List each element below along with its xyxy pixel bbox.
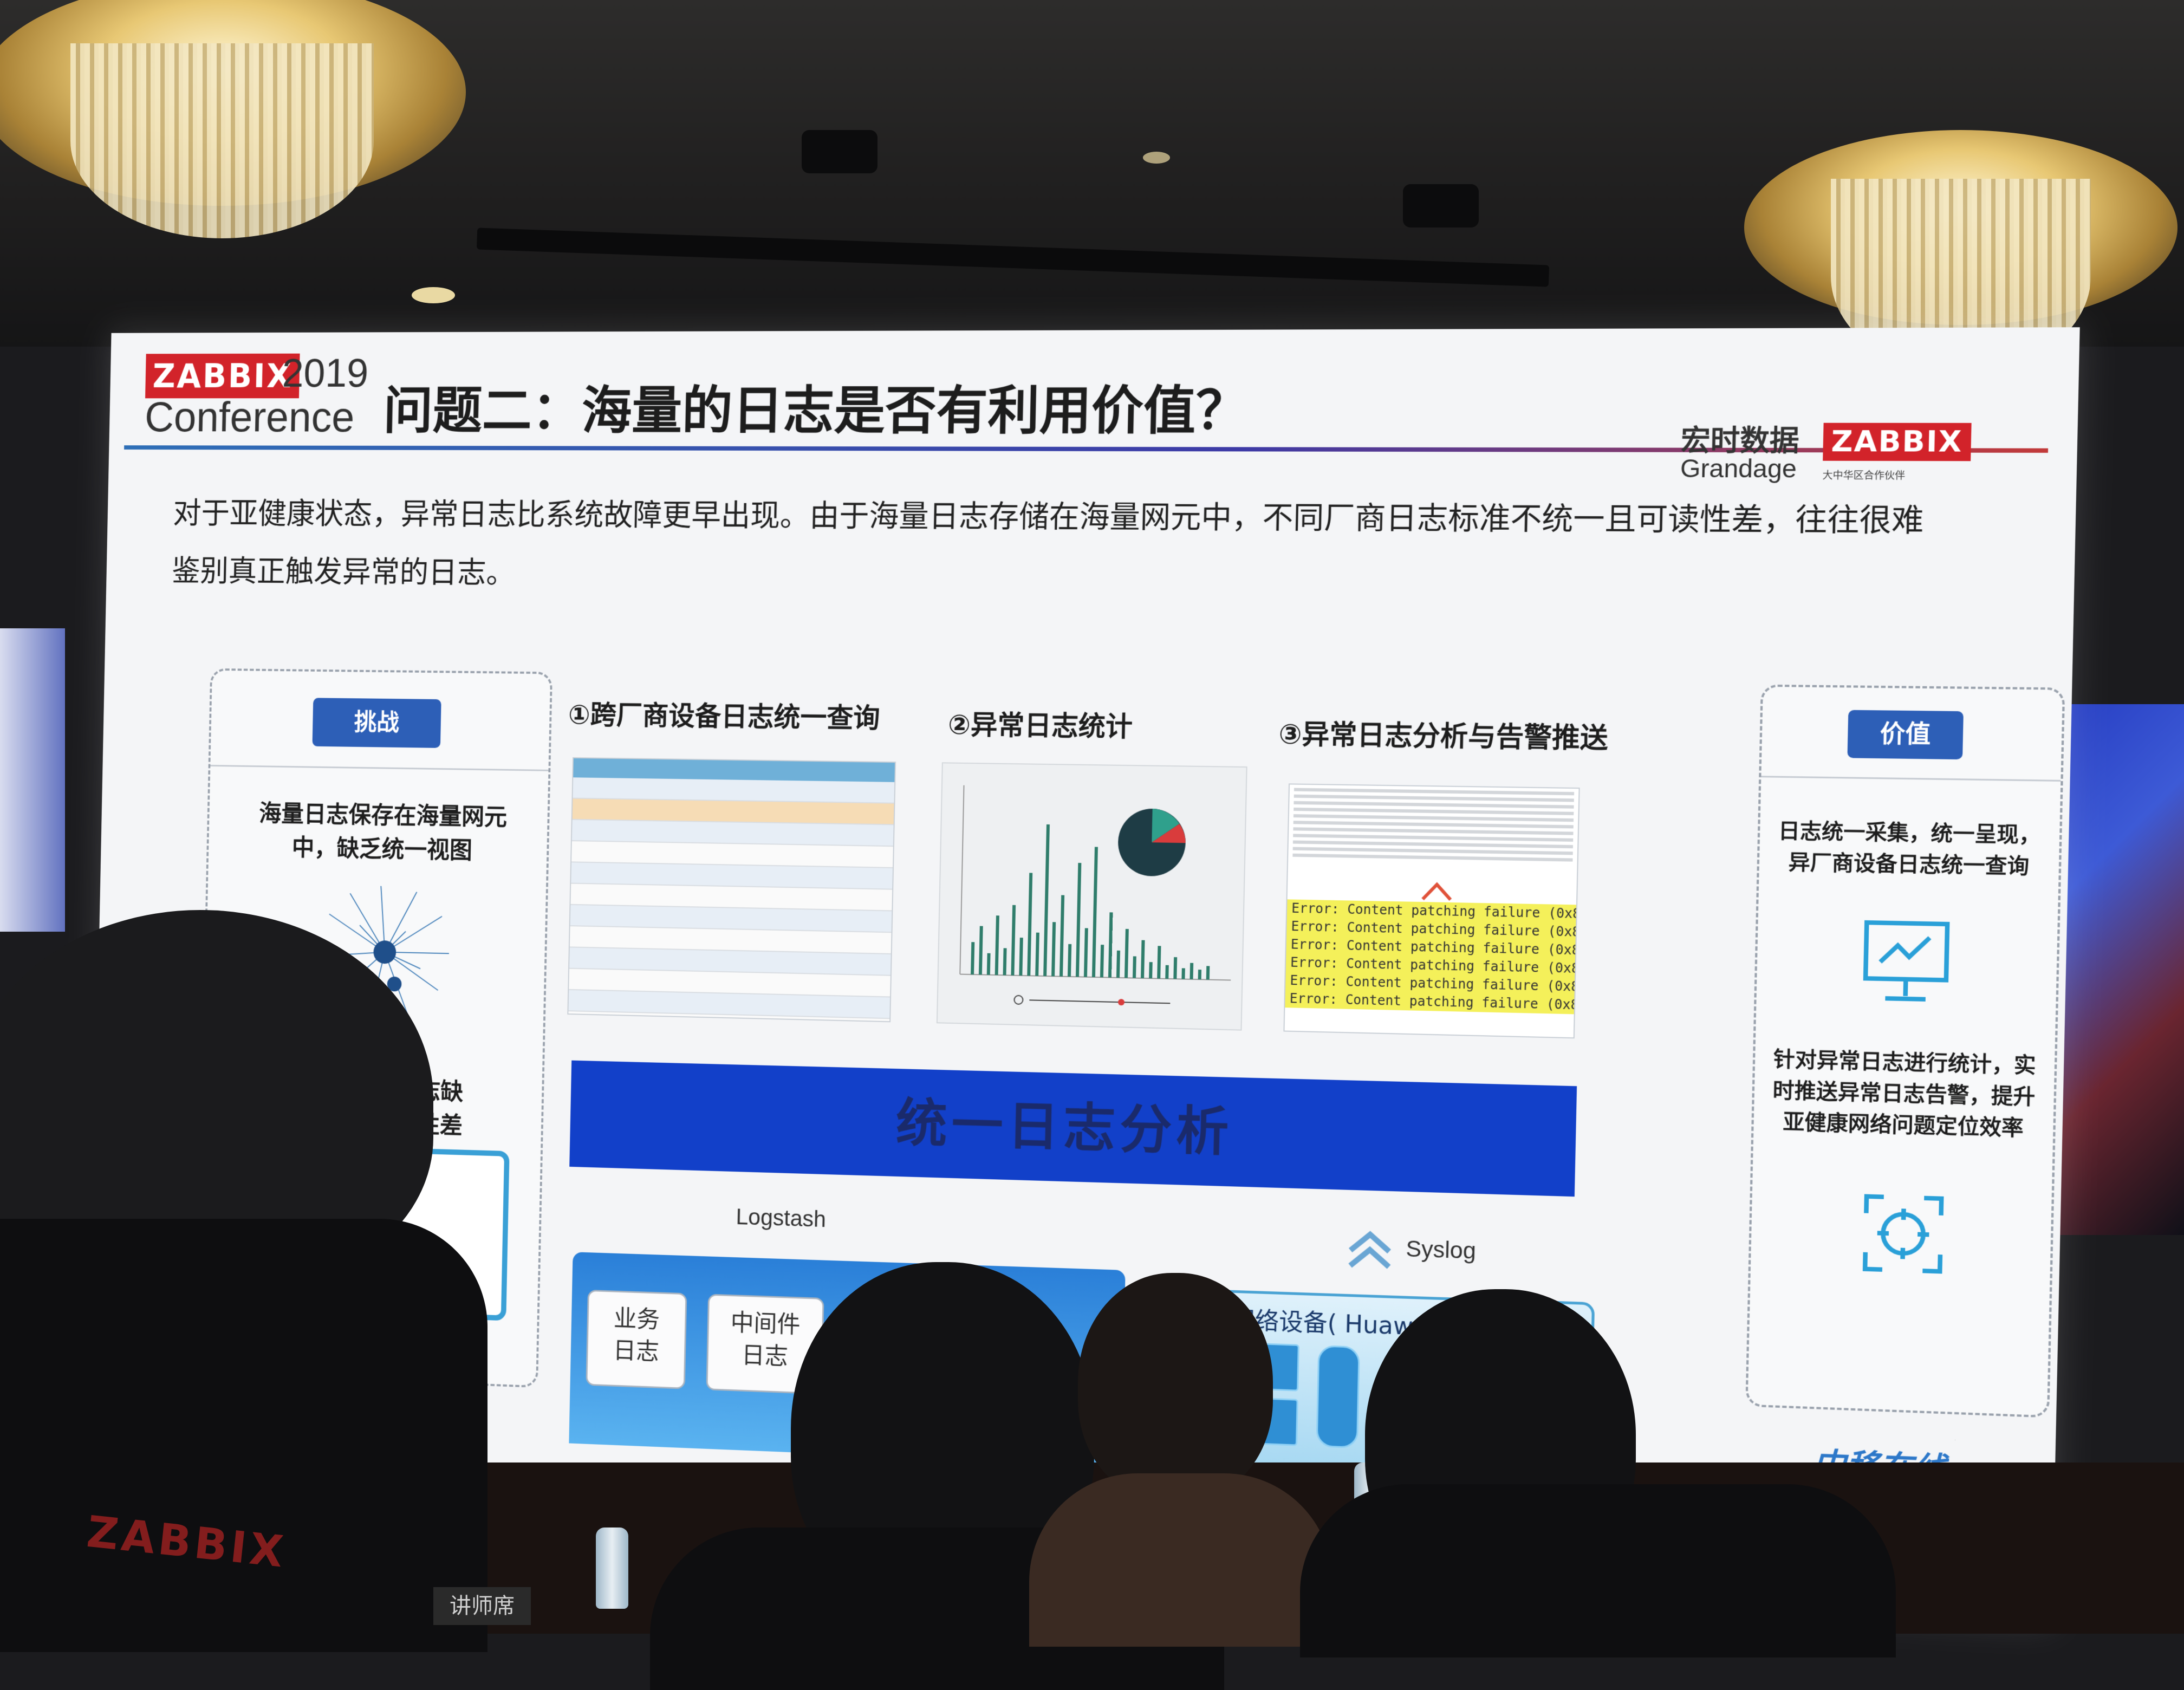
- water-bottle: [596, 1528, 628, 1609]
- side-screen-left: [0, 628, 65, 932]
- challenge-pill: 挑战: [313, 698, 441, 748]
- anomaly-stats-chart: [937, 762, 1247, 1030]
- ceiling-camera-right: [1403, 184, 1479, 227]
- speaker-nameplate: 讲师席: [433, 1587, 531, 1625]
- value-pill: 价值: [1847, 710, 1964, 759]
- monitor-chart-icon: [1859, 917, 1953, 1009]
- log-grid-line: [1292, 854, 1572, 862]
- step-2-label: ②异常日志统计: [948, 703, 1133, 744]
- bar-chart-thumbnail: [938, 763, 1246, 1029]
- log-grid-line: [1293, 834, 1573, 842]
- ceiling-camera-left: [802, 130, 877, 173]
- logstash-label: Logstash: [736, 1204, 826, 1232]
- conference-label: Conference: [144, 393, 355, 441]
- panel-divider: [210, 765, 548, 771]
- audience-silhouette: [1029, 1473, 1332, 1647]
- database-icon: [1316, 1345, 1360, 1448]
- error-log-screenshot: Error: Content patching failure (0x80010…: [1283, 783, 1580, 1038]
- log-grid-line: [1293, 827, 1573, 835]
- value-text-2: 针对异常日志进行统计，实时推送异常日志告警，提升亚健康网络问题定位效率: [1771, 1043, 2038, 1144]
- partner-name-en: Grandage: [1680, 453, 1797, 484]
- value-panel: 价值 日志统一采集，统一呈现，异厂商设备日志统一查询 针对异常日志进行统计，实时…: [1745, 685, 2065, 1418]
- ceiling-spotlight: [412, 287, 455, 303]
- conference-year: 2019: [282, 350, 369, 396]
- log-query-table: [567, 757, 896, 1022]
- audience-head: [1078, 1273, 1273, 1500]
- business-log-box: 业务 日志: [586, 1290, 687, 1389]
- log-grid-line: [1294, 821, 1574, 828]
- step-1-label: ①跨厂商设备日志统一查询: [568, 693, 880, 736]
- panel-divider: [1761, 776, 2060, 782]
- log-grid-line: [1294, 801, 1574, 809]
- slide-title: 问题二：海量的日志是否有利用价值？: [383, 368, 1249, 444]
- partner-zabbix-logo: ZABBIX: [1823, 423, 1971, 461]
- syslog-label: Syslog: [1406, 1236, 1476, 1264]
- value-text-1: 日志统一采集，统一呈现，异厂商设备日志统一查询: [1776, 815, 2043, 882]
- unified-log-analysis-banner: 统一日志分析: [569, 1061, 1577, 1197]
- syslog-up-arrow-icon: [1344, 1223, 1395, 1273]
- ceiling-spotlight: [1143, 152, 1170, 164]
- log-grid-line: [1294, 808, 1574, 815]
- highlight-arrow-icon: [1420, 880, 1453, 902]
- chandelier-left-crystals: [70, 43, 374, 238]
- target-focus-icon: [1859, 1191, 1947, 1277]
- partner-tagline: 大中华区合作伙伴: [1822, 467, 1905, 482]
- log-grid-line: [1294, 788, 1574, 796]
- intro-paragraph: 对于亚健康状态，异常日志比系统故障更早出现。由于海量日志存储在海量网元中，不同厂…: [171, 485, 1954, 614]
- log-grid-line: [1294, 795, 1574, 802]
- step-3-label: ③异常日志分析与告警推送: [1278, 712, 1609, 756]
- challenge-text-1: 海量日志保存在海量网元中，缺乏统一视图: [254, 797, 511, 869]
- zabbix-logo: ZABBIX: [145, 354, 300, 399]
- audience-silhouette: [1300, 1484, 1896, 1658]
- log-grid-line: [1294, 814, 1574, 822]
- audience-silhouette: [0, 1219, 487, 1652]
